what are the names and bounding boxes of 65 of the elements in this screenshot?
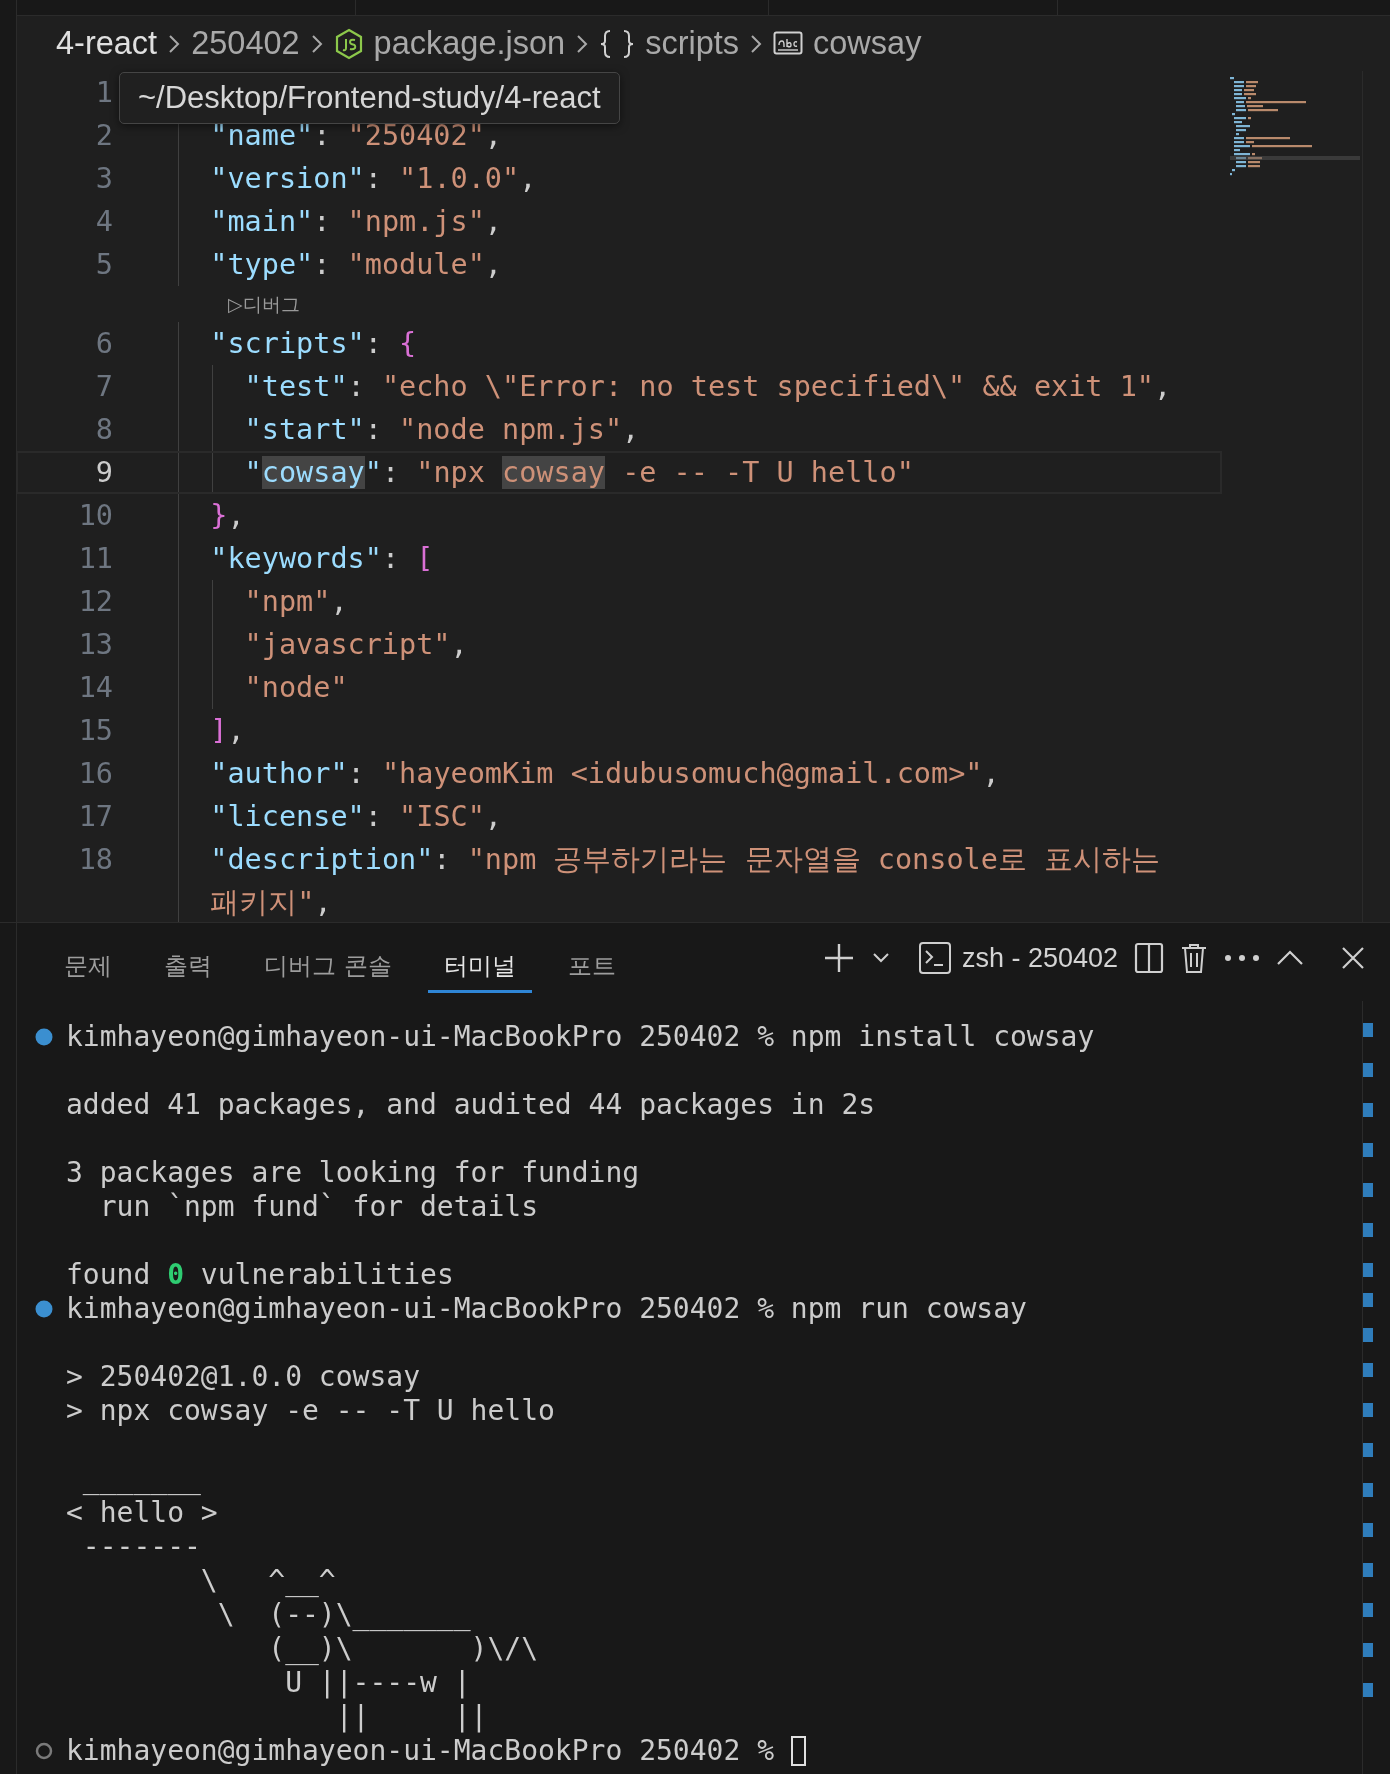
terminal-output-line: found 0 vulnerabilities: [66, 1258, 454, 1292]
close-icon[interactable]: [1340, 945, 1366, 971]
terminal-output-line: _______: [81, 1462, 201, 1496]
line-number: 5: [94, 247, 113, 283]
terminal-output-line: 3 packages are looking for funding: [66, 1156, 640, 1190]
chevron-down-icon[interactable]: [871, 952, 890, 964]
line-number: 14: [77, 670, 113, 706]
line-number: 16: [77, 756, 113, 792]
path-tooltip: ~/Desktop/Frontend-study/4-react: [119, 72, 620, 124]
command-status-dot[interactable]: [35, 1028, 53, 1046]
line-number: 9: [94, 455, 113, 491]
terminal-output-line: > npx cowsay -e -- -T U hello: [66, 1394, 555, 1428]
panel-tab[interactable]: 문제: [48, 941, 128, 993]
line-number: 7: [94, 369, 113, 405]
split-icon[interactable]: [1134, 942, 1164, 974]
command-status-circle[interactable]: [35, 1742, 53, 1760]
breadcrumb-item[interactable]: scripts: [645, 25, 740, 62]
line-number: 12: [77, 584, 113, 620]
chevron-right-icon: [309, 32, 324, 55]
terminal-output-line: -------: [81, 1530, 201, 1564]
chevron-up-icon[interactable]: [1276, 949, 1304, 967]
braces-icon: [599, 28, 636, 59]
line-number: 10: [77, 498, 113, 534]
more-icon[interactable]: [1224, 954, 1260, 962]
line-number: 6: [94, 326, 113, 362]
debug-codelens[interactable]: ▷디버그: [228, 293, 300, 315]
terminal-output-line: \ ^__^: [199, 1564, 336, 1598]
terminal-output-line: > 250402@1.0.0 cowsay: [66, 1360, 420, 1394]
line-number: 13: [77, 627, 113, 663]
line-number: 18: [77, 842, 113, 878]
terminal-name[interactable]: zsh - 250402: [961, 942, 1118, 974]
line-number: 4: [94, 204, 113, 240]
breadcrumb-item[interactable]: 4-react: [56, 25, 158, 62]
string-icon: [773, 30, 804, 57]
command-status-dot[interactable]: [35, 1300, 53, 1318]
panel-tab[interactable]: 출력: [148, 941, 228, 993]
line-number: 2: [94, 118, 113, 154]
terminal-output-line: run `npm fund` for details: [98, 1190, 538, 1224]
breadcrumb-item[interactable]: cowsay: [813, 25, 922, 62]
line-number: 11: [77, 541, 113, 577]
breadcrumb-item[interactable]: package.json: [373, 25, 566, 62]
breadcrumb-item[interactable]: 250402: [191, 25, 300, 62]
terminal-icon: [917, 941, 952, 975]
trash-icon[interactable]: [1180, 942, 1208, 974]
terminal-output-line: (__)\ )\/\: [267, 1632, 538, 1666]
panel-tab[interactable]: 터미널: [427, 941, 532, 993]
terminal-output-line: \ (--)\_______: [216, 1598, 471, 1632]
terminal-output-line: || ||: [334, 1700, 488, 1734]
terminal-output-line: < hello >: [66, 1496, 218, 1530]
terminal-prompt-line: kimhayeon@gimhayeon-ui-MacBookPro 250402 % npm install cowsay: [66, 1020, 1095, 1054]
chevron-right-icon: [167, 32, 182, 55]
chevron-right-icon: [749, 32, 764, 55]
chevron-right-icon: [575, 32, 590, 55]
terminal-output-line: added 41 packages, and audited 44 packages in 2s: [66, 1088, 876, 1122]
panel-tab[interactable]: 포트: [551, 941, 632, 993]
line-number: 15: [77, 713, 113, 749]
terminal-prompt-line: kimhayeon@gimhayeon-ui-MacBookPro 250402 %: [66, 1734, 775, 1768]
panel-tab[interactable]: 디버그 콘솔: [248, 941, 408, 993]
terminal-prompt-line: kimhayeon@gimhayeon-ui-MacBookPro 250402 % npm run cowsay: [66, 1292, 1027, 1326]
line-number: 1: [94, 75, 113, 111]
line-number: 17: [77, 799, 113, 835]
line-number: 3: [94, 161, 113, 197]
hexagon-icon: [333, 27, 364, 60]
terminal-output-line: U ||----w |: [284, 1666, 471, 1700]
line-number: 8: [94, 412, 113, 448]
